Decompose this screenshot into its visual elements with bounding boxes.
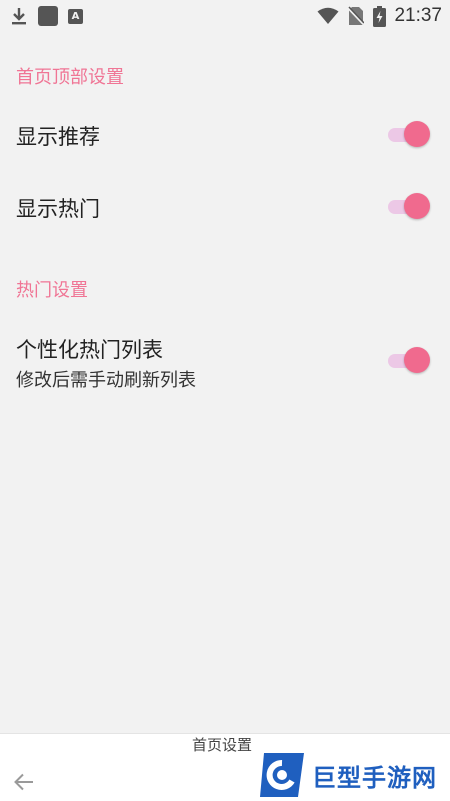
setting-subtitle-personalized-hot: 修改后需手动刷新列表 (16, 370, 196, 391)
bottom-bar-title: 首页设置 (192, 736, 253, 754)
watermark-logo-icon (260, 753, 304, 797)
back-button[interactable] (12, 770, 36, 794)
setting-title-show-hot: 显示热门 (16, 197, 100, 221)
app-square-icon (38, 6, 58, 26)
setting-title-personalized-hot: 个性化热门列表 (16, 338, 163, 362)
status-right: 21:37 (317, 5, 442, 27)
battery-charging-icon (373, 5, 387, 27)
watermark: 巨型手游网 (258, 750, 450, 800)
a-badge-icon: A (68, 8, 83, 24)
arrow-left-icon (14, 773, 33, 791)
section-header-home-top: 首页顶部设置 (16, 67, 124, 88)
toggle-personalized-hot[interactable] (386, 347, 432, 375)
status-time: 21:37 (394, 5, 442, 26)
no-sim-icon (348, 6, 365, 26)
section-header-hot-settings: 热门设置 (16, 280, 88, 301)
setting-title-show-recommend: 显示推荐 (16, 125, 100, 149)
wifi-icon (317, 7, 339, 25)
toggle-thumb (404, 347, 430, 373)
toggle-thumb (404, 193, 430, 219)
download-icon (10, 6, 28, 26)
status-bar: A 21:37 (0, 0, 450, 32)
watermark-text: 巨型手游网 (312, 763, 437, 792)
toggle-show-recommend[interactable] (386, 121, 432, 149)
toggle-show-hot[interactable] (386, 193, 432, 221)
status-left: A (10, 6, 83, 26)
toggle-thumb (404, 121, 430, 147)
